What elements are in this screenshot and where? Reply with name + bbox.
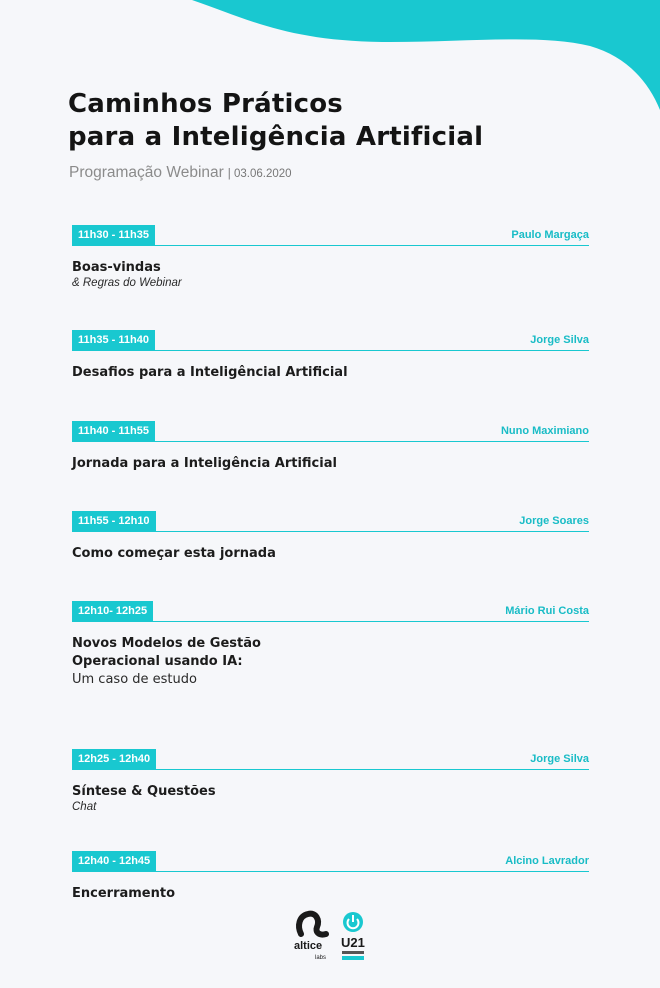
schedule-item-header: 12h40 - 12h45 Alcino Lavrador	[72, 851, 589, 873]
altice-labs-logo: altice labs	[293, 910, 333, 966]
speaker-name: Nuno Maximiano	[500, 425, 589, 437]
schedule-item: 11h55 - 12h10 Jorge Soares Como começar …	[72, 511, 589, 563]
page-subtitle: Programação Webinar | 03.06.2020	[69, 164, 292, 182]
schedule-item: 12h25 - 12h40 Jorge Silva Síntese & Ques…	[72, 749, 589, 814]
labs-wordmark: labs	[315, 955, 327, 961]
speaker-name: Jorge Soares	[519, 515, 589, 527]
speaker-name: Mário Rui Costa	[505, 605, 589, 617]
session-title: Novos Modelos de Gestão Operacional usan…	[72, 635, 589, 671]
schedule-item-header: 11h35 - 11h40 Jorge Silva	[72, 330, 589, 352]
time-badge: 11h40 - 11h55	[72, 421, 155, 442]
speaker-name: Alcino Lavrador	[505, 855, 589, 867]
session-title-line-1: Novos Modelos de Gestão	[72, 636, 261, 651]
schedule-item-header: 11h40 - 11h55 Nuno Maximiano	[72, 421, 589, 443]
altice-wordmark: altice	[294, 940, 323, 952]
schedule-item-header: 12h10- 12h25 Mário Rui Costa	[72, 601, 589, 623]
sponsor-logos: altice labs U21	[293, 910, 373, 966]
speaker-name: Jorge Silva	[530, 334, 589, 346]
u21-accent-stripe	[342, 956, 364, 960]
altice-symbol-icon	[296, 910, 329, 938]
time-badge: 12h25 - 12h40	[72, 749, 157, 770]
schedule-item: 12h40 - 12h45 Alcino Lavrador Encerramen…	[72, 851, 589, 903]
page-title: Caminhos Práticos para a Inteligência Ar…	[68, 88, 483, 154]
schedule-item-header: 11h55 - 12h10 Jorge Soares	[72, 511, 589, 533]
schedule-item-header: 11h30 - 11h35 Paulo Margaça	[72, 225, 589, 247]
u21-wordmark: U21	[341, 935, 365, 950]
schedule-item: 11h35 - 11h40 Jorge Silva Desafios para …	[72, 330, 589, 382]
session-title: Desafios para a Inteligêncial Artificial	[72, 365, 348, 380]
schedule-item: 11h30 - 11h35 Paulo Margaça Boas-vindas …	[72, 225, 589, 290]
time-badge: 11h30 - 11h35	[72, 225, 155, 246]
speaker-name: Paulo Margaça	[511, 229, 589, 241]
u21-tagline-stripe	[342, 951, 364, 954]
title-line-2: para a Inteligência Artificial	[68, 122, 484, 152]
session-title: Jornada para a Inteligência Artificial	[72, 456, 337, 471]
schedule-item: 11h40 - 11h55 Nuno Maximiano Jornada par…	[72, 421, 589, 473]
time-badge: 12h40 - 12h45	[72, 851, 157, 872]
power-icon	[343, 912, 363, 932]
u21-logo: U21	[339, 910, 371, 966]
time-badge: 12h10- 12h25	[72, 601, 154, 622]
session-title: Encerramento	[72, 886, 176, 901]
speaker-name: Jorge Silva	[530, 753, 589, 765]
time-badge: 11h55 - 12h10	[72, 511, 156, 532]
session-subtitle: & Regras do Webinar	[72, 277, 182, 289]
session-title: Como começar esta jornada	[72, 546, 276, 561]
title-line-1: Caminhos Práticos	[68, 89, 343, 119]
time-badge: 11h35 - 11h40	[72, 330, 155, 351]
session-title-line-2: Operacional usando IA:	[72, 654, 243, 669]
session-detail: Um caso de estudo	[72, 672, 197, 687]
event-date: | 03.06.2020	[227, 168, 292, 180]
session-title: Síntese & Questões	[72, 784, 216, 799]
subtitle-text: Programação Webinar	[69, 164, 224, 181]
session-title: Boas-vindas	[72, 260, 161, 275]
schedule-item: 12h10- 12h25 Mário Rui Costa Novos Model…	[72, 601, 589, 689]
schedule-item-header: 12h25 - 12h40 Jorge Silva	[72, 749, 589, 771]
session-subtitle: Chat	[72, 801, 97, 813]
